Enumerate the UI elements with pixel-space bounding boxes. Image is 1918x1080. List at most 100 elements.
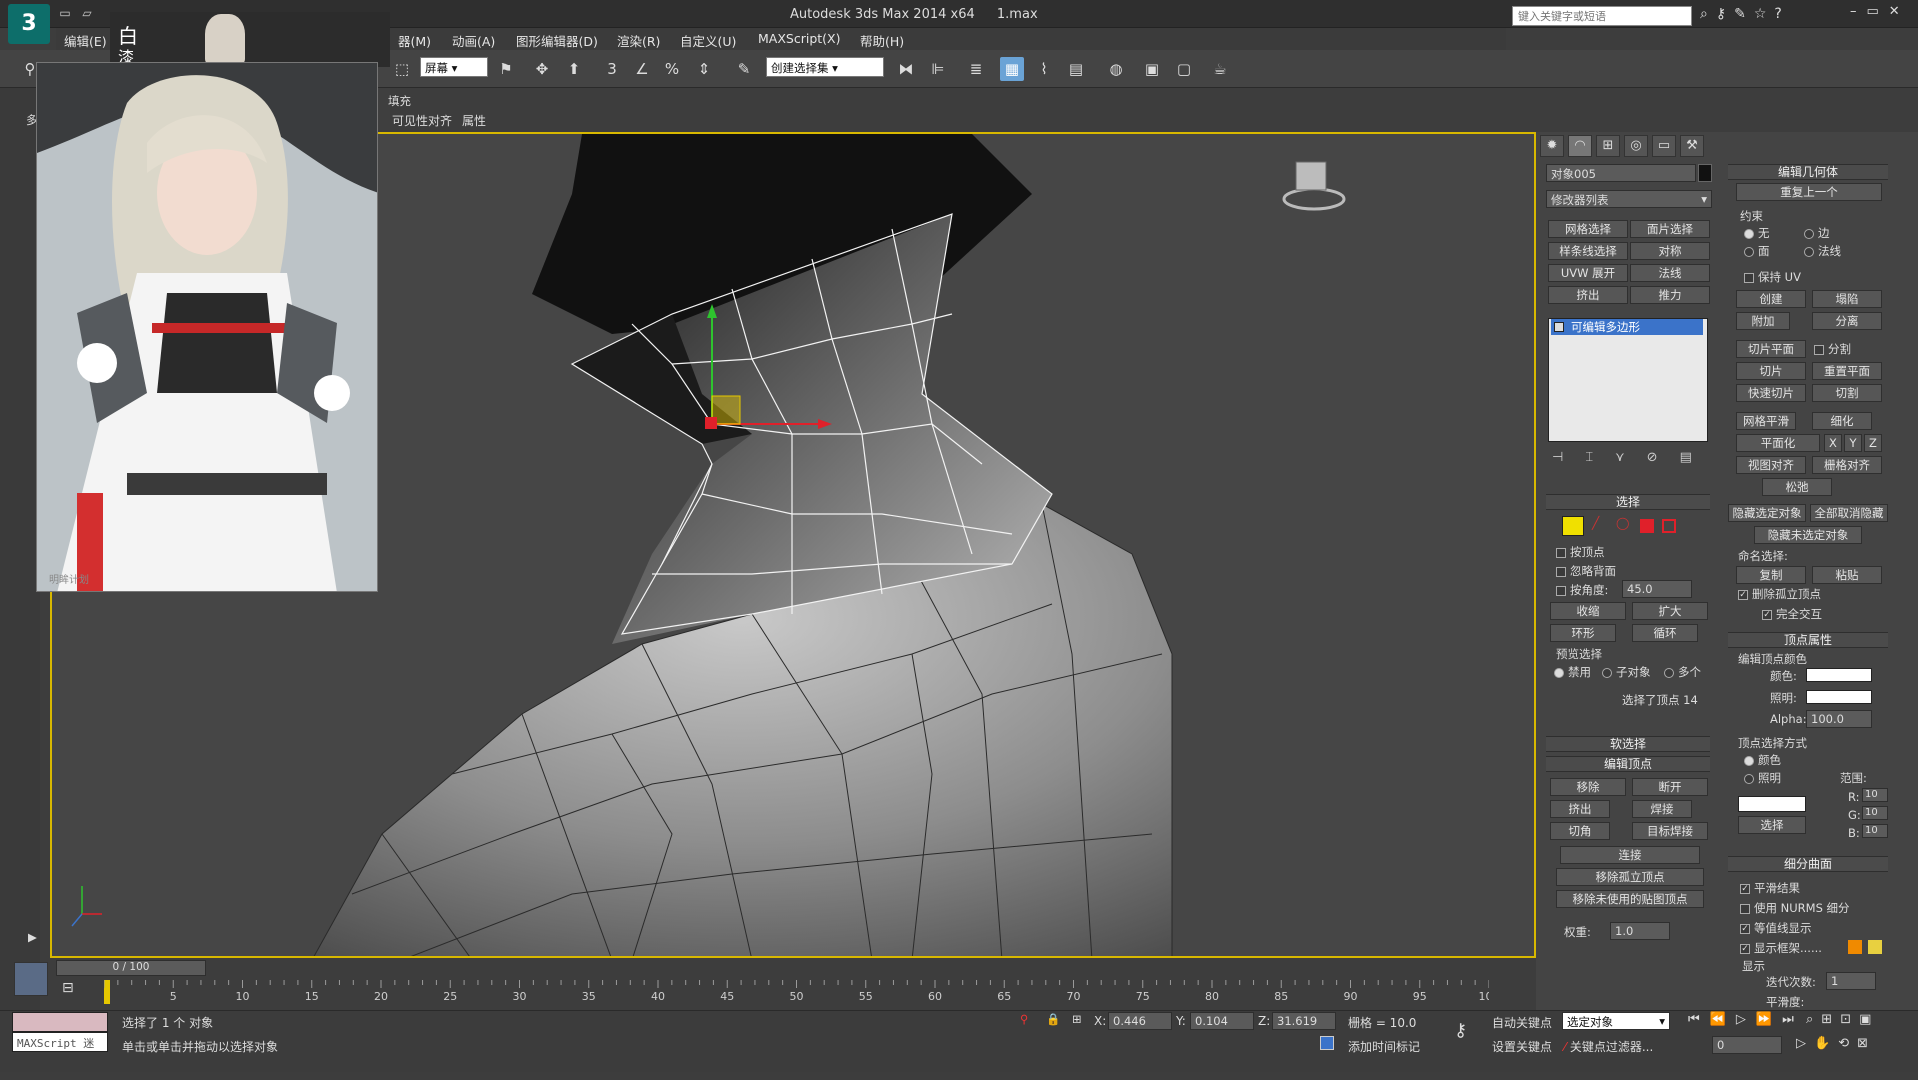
- angle-snap-icon[interactable]: ∠: [630, 57, 654, 81]
- motion-tab-icon[interactable]: ◎: [1624, 135, 1648, 157]
- subdivision-surface-header[interactable]: 细分曲面: [1728, 856, 1888, 872]
- vertex-mode-icon[interactable]: [1562, 516, 1584, 536]
- menu-maxscript[interactable]: MAXScript(X): [758, 31, 840, 46]
- tessellate-button[interactable]: 细化: [1812, 412, 1872, 430]
- key-icon[interactable]: ⚷: [1716, 6, 1726, 22]
- ring-button[interactable]: 环形: [1550, 624, 1616, 642]
- hide-selected-button[interactable]: 隐藏选定对象: [1728, 504, 1806, 522]
- slice-plane-button[interactable]: 切片平面: [1736, 340, 1806, 358]
- vertex-properties-header[interactable]: 顶点属性: [1728, 632, 1888, 648]
- loop-button[interactable]: 循环: [1632, 624, 1698, 642]
- auto-key-button[interactable]: 自动关键点: [1492, 1014, 1552, 1031]
- render-setup-icon[interactable]: ▣: [1140, 57, 1164, 81]
- delete-isolated-checkbox[interactable]: ✓ 删除孤立顶点: [1738, 586, 1821, 602]
- menu-customize[interactable]: 自定义(U): [680, 31, 736, 50]
- play-arrow-icon[interactable]: ▶: [28, 930, 37, 944]
- create-tab-icon[interactable]: ✹: [1540, 135, 1564, 157]
- angle-spinner[interactable]: 45.0: [1622, 580, 1692, 598]
- detach-button[interactable]: 分离: [1812, 312, 1882, 330]
- preview-off-radio[interactable]: 禁用: [1554, 664, 1591, 680]
- preview-multi-radio[interactable]: 多个: [1664, 664, 1701, 680]
- pan-icon[interactable]: ✋: [1814, 1036, 1830, 1051]
- time-slider[interactable]: 0 / 100: [56, 960, 206, 976]
- attach-button[interactable]: 附加: [1736, 312, 1790, 330]
- push-button[interactable]: 推力: [1630, 286, 1710, 304]
- meshsmooth-button[interactable]: 网格平滑: [1736, 412, 1796, 430]
- menu-modifiers[interactable]: 器(M): [398, 31, 431, 50]
- cut-button[interactable]: 切割: [1812, 384, 1882, 402]
- pin-icon[interactable]: ✎: [1734, 6, 1746, 22]
- move-icon[interactable]: ✥: [530, 57, 554, 81]
- ribbon-tab-align[interactable]: 对齐: [428, 112, 452, 129]
- remove-modifier-icon[interactable]: ⊘: [1647, 450, 1658, 465]
- modify-tab-icon[interactable]: ◠: [1568, 135, 1592, 157]
- target-weld-button[interactable]: 目标焊接: [1632, 822, 1708, 840]
- spline-select-button[interactable]: 样条线选择: [1548, 242, 1628, 260]
- view-align-button[interactable]: 视图对齐: [1736, 456, 1806, 474]
- new-file-icon[interactable]: ▭: [56, 6, 74, 22]
- schematic-view-icon[interactable]: ▤: [1064, 57, 1088, 81]
- show-end-result-icon[interactable]: ⌶: [1585, 450, 1593, 465]
- edit-geometry-header[interactable]: 编辑几何体: [1728, 164, 1888, 180]
- curve-editor-icon[interactable]: ⌇: [1032, 57, 1056, 81]
- constraint-none-radio[interactable]: 无: [1744, 225, 1770, 241]
- vertex-color-swatch[interactable]: [1806, 668, 1872, 682]
- normal-button[interactable]: 法线: [1630, 264, 1710, 282]
- go-to-end-icon[interactable]: ⏭: [1782, 1012, 1794, 1027]
- hide-unselected-button[interactable]: 隐藏未选定对象: [1754, 526, 1862, 544]
- maximize-icon[interactable]: ▭: [1867, 4, 1879, 19]
- planar-x-button[interactable]: X: [1824, 434, 1842, 452]
- show-cage-checkbox[interactable]: ✓ 显示框架......: [1740, 940, 1822, 956]
- z-coordinate-field[interactable]: 31.619: [1272, 1012, 1336, 1030]
- stack-item-editable-poly[interactable]: 可编辑多边形: [1551, 319, 1703, 335]
- pin-stack-icon[interactable]: ⊣: [1552, 450, 1563, 465]
- weight-spinner[interactable]: 1.0: [1610, 922, 1670, 940]
- soft-selection-header[interactable]: 软选择: [1546, 736, 1710, 752]
- select-region-icon[interactable]: ⬚: [390, 57, 414, 81]
- go-to-start-icon[interactable]: ⏮: [1688, 1012, 1700, 1027]
- iterations-spinner[interactable]: 1: [1826, 972, 1876, 990]
- menu-help[interactable]: 帮助(H): [860, 31, 904, 50]
- mesh-select-button[interactable]: 网格选择: [1548, 220, 1628, 238]
- zoom-all-icon[interactable]: ⊞: [1821, 1012, 1832, 1027]
- isolate-icon[interactable]: ⚲: [1020, 1012, 1028, 1026]
- layer-icon[interactable]: ≣: [964, 57, 988, 81]
- reference-image-panel[interactable]: 明眸计划: [36, 62, 378, 592]
- planar-z-button[interactable]: Z: [1864, 434, 1882, 452]
- object-color-swatch[interactable]: [1698, 164, 1712, 182]
- unhide-all-button[interactable]: 全部取消隐藏: [1810, 504, 1888, 522]
- cage-color-1-swatch[interactable]: [1848, 940, 1862, 954]
- ignore-backface-checkbox[interactable]: 忽略背面: [1556, 563, 1616, 579]
- maximize-viewport-icon[interactable]: ⊠: [1857, 1036, 1868, 1051]
- previous-frame-icon[interactable]: ⏪: [1710, 1012, 1726, 1027]
- render-teapot-icon[interactable]: ☕: [1208, 57, 1232, 81]
- app-logo-button[interactable]: 3: [8, 4, 50, 44]
- menu-graph-editors[interactable]: 图形编辑器(D): [516, 31, 598, 50]
- mirror-icon[interactable]: ⧓: [894, 57, 918, 81]
- minimize-icon[interactable]: –: [1850, 4, 1857, 19]
- preview-subobject-radio[interactable]: 子对象: [1602, 664, 1651, 680]
- extrude-mod-button[interactable]: 挤出: [1548, 286, 1628, 304]
- remove-unused-map-button[interactable]: 移除未使用的贴图顶点: [1556, 890, 1704, 908]
- collapse-button[interactable]: 塌陷: [1812, 290, 1882, 308]
- relax-button[interactable]: 松弛: [1762, 478, 1832, 496]
- field-of-view-icon[interactable]: ▷: [1796, 1036, 1806, 1051]
- grid-align-button[interactable]: 栅格对齐: [1812, 456, 1882, 474]
- select-color-swatch[interactable]: [1738, 796, 1806, 812]
- binoculars-icon[interactable]: ⌕: [1700, 6, 1708, 22]
- edit-named-selection-icon[interactable]: ✎: [732, 57, 756, 81]
- constraint-edge-radio[interactable]: 边: [1804, 225, 1830, 241]
- modifier-list-dropdown[interactable]: 修改器列表 ▾: [1546, 190, 1712, 208]
- chamfer-button[interactable]: 切角: [1550, 822, 1610, 840]
- spinner-snap-icon[interactable]: ⇕: [692, 57, 716, 81]
- slice-button[interactable]: 切片: [1736, 362, 1806, 380]
- menu-edit[interactable]: 编辑(E): [64, 31, 107, 50]
- make-unique-icon[interactable]: ⋎: [1615, 450, 1625, 465]
- maxscript-listener-pink[interactable]: [12, 1012, 108, 1032]
- vertex-illum-swatch[interactable]: [1806, 690, 1872, 704]
- hierarchy-tab-icon[interactable]: ⊞: [1596, 135, 1620, 157]
- stack-expand-icon[interactable]: [1554, 322, 1564, 332]
- patch-select-button[interactable]: 面片选择: [1630, 220, 1710, 238]
- polygon-mode-icon[interactable]: [1640, 519, 1654, 533]
- range-b-spinner[interactable]: 10: [1862, 824, 1888, 838]
